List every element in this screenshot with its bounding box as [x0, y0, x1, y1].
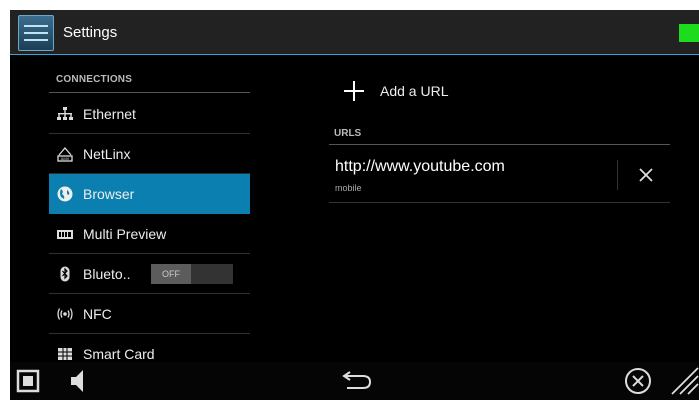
sidebar-item-label: Blueto.. — [83, 266, 131, 282]
sidebar-item-bluetooth[interactable]: Blueto.. OFF — [49, 254, 250, 294]
sidebar-item-multi-preview[interactable]: Multi Preview — [49, 214, 250, 254]
speaker-button[interactable] — [66, 362, 92, 400]
back-arrow-icon — [342, 371, 372, 389]
url-text: http://www.youtube.com — [335, 158, 505, 175]
add-url-button[interactable]: Add a URL — [343, 76, 543, 106]
close-icon — [639, 168, 653, 182]
resize-grip-icon — [671, 367, 699, 395]
ethernet-icon — [56, 105, 74, 123]
add-url-label: Add a URL — [380, 83, 449, 99]
section-header-urls: URLS — [334, 128, 362, 139]
sidebar-item-label: Multi Preview — [83, 226, 167, 242]
sidebar-item-label: Smart Card — [83, 346, 155, 362]
row-separator — [617, 160, 618, 190]
plus-icon — [343, 76, 365, 114]
section-divider — [49, 92, 250, 93]
browser-globe-icon — [56, 185, 74, 203]
url-subtitle: mobile — [335, 183, 362, 193]
status-indicator — [679, 24, 699, 42]
section-header-connections: CONNECTIONS — [56, 74, 133, 85]
multi-preview-icon — [56, 225, 74, 243]
square-icon — [16, 369, 40, 393]
back-button[interactable] — [340, 362, 374, 400]
svg-text:AMX: AMX — [61, 156, 70, 161]
section-divider — [329, 144, 670, 145]
action-bar-divider — [10, 54, 699, 55]
nfc-icon — [56, 305, 74, 323]
url-list-item[interactable]: http://www.youtube.com mobile — [329, 148, 670, 203]
page-title: Settings — [63, 24, 118, 41]
system-nav-bar — [10, 362, 699, 400]
settings-app-icon[interactable] — [18, 15, 54, 51]
sidebar-item-label: Browser — [83, 186, 135, 202]
speaker-icon — [71, 370, 83, 392]
sidebar-item-nfc[interactable]: NFC — [49, 294, 250, 334]
sidebar-item-ethernet[interactable]: Ethernet — [49, 94, 250, 134]
action-bar: Settings — [10, 10, 699, 55]
sidebar-item-label: NetLinx — [83, 146, 131, 162]
device-screen: Settings CONNECTIONS Ethernet AMX NetLin… — [10, 10, 699, 400]
square-button[interactable] — [14, 362, 42, 400]
bluetooth-icon — [56, 265, 74, 283]
sidebar-item-label: Ethernet — [83, 106, 136, 122]
sidebar-item-browser[interactable]: Browser — [49, 174, 250, 214]
close-button[interactable] — [622, 362, 654, 400]
toggle-state-label: OFF — [151, 264, 191, 284]
remove-url-button[interactable] — [629, 158, 663, 192]
sidebar-item-netlinx[interactable]: AMX NetLinx — [49, 134, 250, 174]
smart-card-icon — [56, 345, 74, 363]
resize-handle[interactable] — [670, 362, 699, 400]
bluetooth-toggle[interactable]: OFF — [151, 264, 233, 284]
circle-close-icon — [625, 368, 651, 394]
sidebar-item-label: NFC — [83, 306, 112, 322]
netlinx-icon: AMX — [56, 145, 74, 163]
